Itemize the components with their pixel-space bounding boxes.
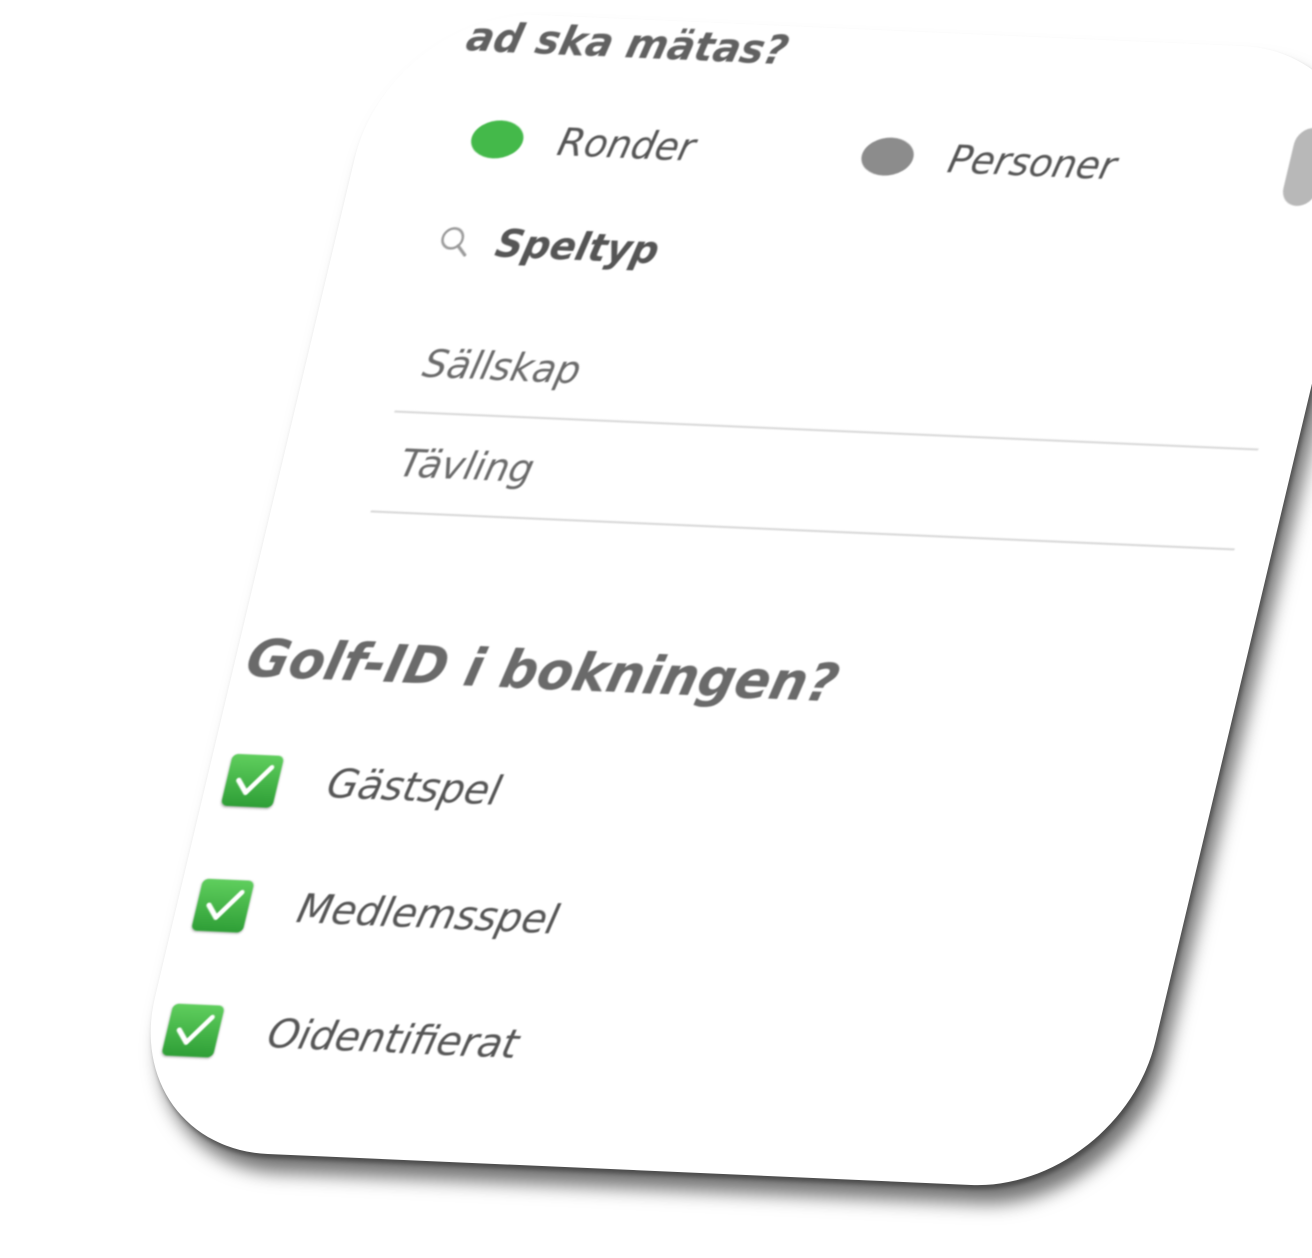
radio-label-personer: Personer (943, 137, 1121, 189)
checkbox-checked-icon[interactable] (190, 878, 255, 933)
checkbox-row-oidentifierat[interactable]: Oidentifierat (161, 1003, 524, 1070)
checkbox-checked-icon[interactable] (161, 1003, 226, 1058)
screenshot-stage: ad ska mätas? Ronder Personer Speltyp Sä… (0, 0, 1312, 1258)
list-item-label: Sällskap (418, 341, 586, 393)
radio-ronder[interactable]: Ronder (466, 113, 701, 173)
radio-label-ronder: Ronder (553, 120, 700, 171)
checkbox-row-gastspel[interactable]: Gästspel (220, 753, 507, 818)
checkbox-label-gastspel: Gästspel (322, 761, 506, 815)
checkbox-label-oidentifierat: Oidentifierat (262, 1010, 524, 1068)
golfid-section-title: Golf-ID i bokningen? (240, 628, 845, 715)
checkbox-checked-icon[interactable] (220, 753, 285, 808)
filter-panel: ad ska mätas? Ronder Personer Speltyp Sä… (119, 8, 1312, 1192)
speltyp-label: Speltyp (491, 221, 664, 273)
speltyp-search[interactable]: Speltyp (432, 219, 664, 273)
checkbox-label-medlemsspel: Medlemsspel (292, 886, 564, 944)
radio-unselected-icon[interactable] (857, 136, 918, 177)
radio-personer[interactable]: Personer (856, 130, 1122, 191)
scrollbar-thumb[interactable] (1279, 127, 1312, 207)
checkbox-row-medlemsspel[interactable]: Medlemsspel (190, 878, 564, 947)
filter-panel-content: ad ska mätas? Ronder Personer Speltyp Sä… (119, 9, 1312, 1192)
search-icon[interactable] (433, 223, 477, 261)
radio-selected-icon[interactable] (467, 119, 528, 160)
panel-title: ad ska mätas? (462, 14, 793, 75)
list-item-label: Tävling (394, 441, 539, 492)
